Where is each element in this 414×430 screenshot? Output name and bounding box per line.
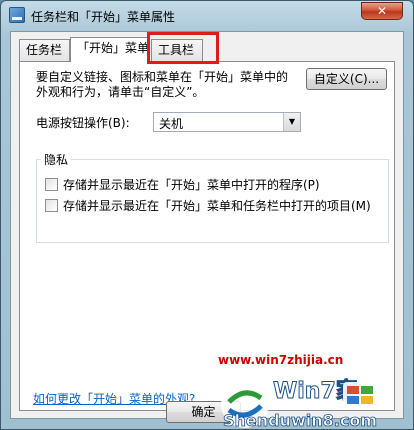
store-programs-checkbox[interactable] <box>45 178 58 191</box>
store-programs-label[interactable]: 存储并显示最近在「开始」菜单中打开的程序(P) <box>63 176 320 193</box>
window-title: 任务栏和「开始」菜单属性 <box>31 10 176 24</box>
chevron-down-icon[interactable]: ▼ <box>283 113 300 131</box>
tab-start-menu[interactable]: 「开始」菜单 <box>70 37 150 62</box>
power-button-label: 电源按钮操作(B): <box>36 116 130 130</box>
privacy-group-title: 隐私 <box>41 151 72 168</box>
close-button[interactable]: ✕ <box>361 2 403 20</box>
ok-button[interactable]: 确定 <box>166 401 241 423</box>
dialog-content: 任务栏 「开始」菜单 工具栏 要自定义链接、图标和菜单在「开始」菜单中的外观和行… <box>10 31 404 423</box>
title-bar[interactable]: 任务栏和「开始」菜单属性 ✕ <box>1 1 413 29</box>
watermark-url-top: www.win7zhijia.cn <box>218 353 344 367</box>
store-items-label[interactable]: 存储并显示最近在「开始」菜单和任务栏中打开的项目(M) <box>63 197 371 214</box>
power-action-value: 关机 <box>159 117 184 131</box>
privacy-group: 隐私 存储并显示最近在「开始」菜单中打开的程序(P) 存储并显示最近在「开始」菜… <box>36 151 389 243</box>
taskbar-properties-icon <box>9 7 25 23</box>
power-action-select[interactable]: 关机 ▼ <box>153 112 301 132</box>
store-programs-option[interactable]: 存储并显示最近在「开始」菜单中打开的程序(P) <box>45 176 320 193</box>
properties-window: 任务栏和「开始」菜单属性 ✕ 任务栏 「开始」菜单 工具栏 要自定义链接、图标和… <box>0 0 414 430</box>
tab-taskbar[interactable]: 任务栏 <box>19 39 70 61</box>
customize-button[interactable]: 自定义(C)... <box>306 68 387 90</box>
customize-description: 要自定义链接、图标和菜单在「开始」菜单中的外观和行为，请单击“自定义”。 <box>36 70 289 99</box>
store-items-option[interactable]: 存储并显示最近在「开始」菜单和任务栏中打开的项目(M) <box>45 197 371 214</box>
store-items-checkbox[interactable] <box>45 199 58 212</box>
highlight-box <box>147 32 219 64</box>
